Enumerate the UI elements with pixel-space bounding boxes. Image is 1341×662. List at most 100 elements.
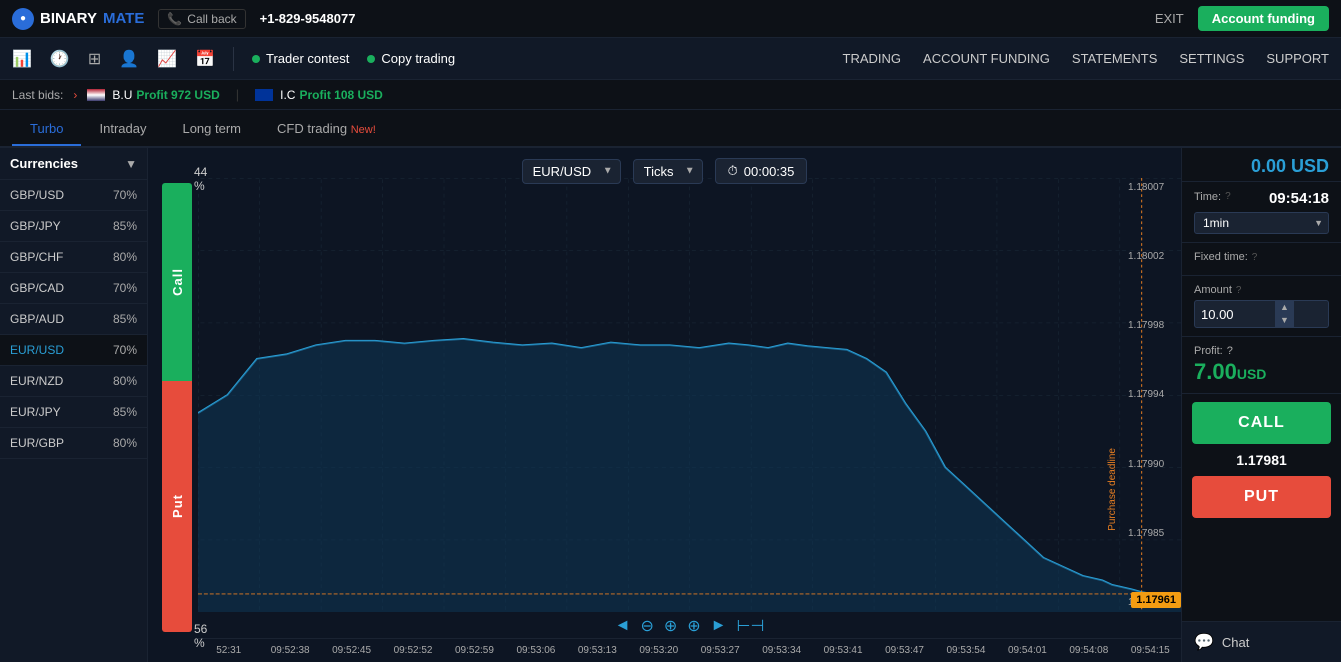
tab-cfd[interactable]: CFD trading New!: [259, 113, 394, 146]
bid-entry-1: B.U Profit 972 USD: [87, 88, 219, 102]
time-section: Time: ? 09:54:18 1min 2min 5min: [1182, 182, 1341, 243]
copy-trading-badge[interactable]: Copy trading: [367, 51, 455, 66]
sidebar-header-label: Currencies: [10, 156, 78, 171]
time-select-wrapper[interactable]: 1min 2min 5min: [1194, 212, 1329, 234]
x-label-7: 09:53:20: [628, 645, 689, 656]
chat-bar[interactable]: 💬 Chat: [1182, 621, 1341, 662]
amount-decrease-btn[interactable]: ▼: [1275, 314, 1294, 327]
time-select[interactable]: 1min 2min 5min: [1194, 212, 1329, 234]
nav-statements[interactable]: STATEMENTS: [1072, 51, 1157, 66]
bid-entry-2: I.C Profit 108 USD: [255, 88, 383, 102]
chat-label: Chat: [1222, 635, 1249, 650]
sidebar-item-pct: 70%: [113, 188, 137, 202]
divider: [233, 47, 234, 71]
amount-spinners: ▲ ▼: [1275, 301, 1294, 327]
sidebar-item-eurusd[interactable]: EUR/USD 70%: [0, 335, 147, 366]
nav-right-btn[interactable]: ►: [711, 617, 727, 635]
x-label-8: 09:53:27: [690, 645, 751, 656]
nav-support[interactable]: SUPPORT: [1266, 51, 1329, 66]
x-label-11: 09:53:47: [874, 645, 935, 656]
amount-help-icon[interactable]: ?: [1236, 285, 1242, 296]
people-icon[interactable]: 👤: [119, 49, 139, 69]
nav-crosshair-btn[interactable]: ⊕: [687, 616, 700, 636]
profit-amount: 7.00USD: [1194, 359, 1266, 384]
nav-zoom-out-btn[interactable]: ⊖: [640, 616, 653, 636]
sidebar-item-eurjpy[interactable]: EUR/JPY 85%: [0, 397, 147, 428]
sidebar-item-gbpchf[interactable]: GBP/CHF 80%: [0, 242, 147, 273]
calendar-icon[interactable]: 📅: [195, 49, 215, 69]
time-help-icon[interactable]: ?: [1225, 191, 1231, 202]
sidebar-item-pct: 85%: [113, 405, 137, 419]
tab-intraday[interactable]: Intraday: [81, 113, 164, 146]
nav-settings[interactable]: SETTINGS: [1179, 51, 1244, 66]
x-label-10: 09:53:41: [812, 645, 873, 656]
right-panel: 0.00 USD Time: ? 09:54:18 1min 2min 5min: [1181, 148, 1341, 662]
arrow-right-icon: ›: [73, 88, 77, 102]
exit-button[interactable]: EXIT: [1155, 11, 1184, 26]
nav-zoom-in-btn[interactable]: ⊕: [664, 616, 677, 636]
ticks-wrapper[interactable]: Ticks: [633, 159, 703, 184]
chart-icon[interactable]: 📊: [12, 49, 32, 69]
account-funding-button[interactable]: Account funding: [1198, 6, 1329, 31]
logo-mate: MATE: [103, 10, 144, 27]
trader-contest-badge[interactable]: Trader contest: [252, 51, 349, 66]
time-row: Time: ? 09:54:18: [1194, 190, 1329, 207]
nav-trading[interactable]: TRADING: [843, 51, 902, 66]
x-label-3: 09:52:52: [382, 645, 443, 656]
layers-icon[interactable]: ⊞: [88, 49, 101, 69]
last-bids-label: Last bids:: [12, 88, 63, 102]
amount-section: Amount ? ▲ ▼: [1182, 276, 1341, 337]
sidebar-item-name: GBP/AUD: [10, 312, 64, 326]
sidebar-item-name: GBP/CHF: [10, 250, 63, 264]
ticks-select[interactable]: Ticks: [633, 159, 703, 184]
call-put-bar: 44 % Call Put 56 %: [162, 183, 192, 632]
profit-help-icon[interactable]: ?: [1227, 345, 1233, 357]
x-label-15: 09:54:15: [1120, 645, 1181, 656]
currency-pair-select[interactable]: EUR/USD: [522, 159, 621, 184]
timer-icon: ⏱: [728, 163, 738, 179]
sidebar-item-eurnzd[interactable]: EUR/NZD 80%: [0, 366, 147, 397]
call-action-button[interactable]: CALL: [1192, 402, 1331, 444]
sidebar-item-gbpcad[interactable]: GBP/CAD 70%: [0, 273, 147, 304]
sidebar-item-gbpaud[interactable]: GBP/AUD 85%: [0, 304, 147, 335]
sidebar-item-pct: 80%: [113, 250, 137, 264]
sidebar-item-gbpjpy[interactable]: GBP/JPY 85%: [0, 211, 147, 242]
main-layout: Currencies ▼ GBP/USD 70% GBP/JPY 85% GBP…: [0, 148, 1341, 662]
call-bar[interactable]: Call: [162, 183, 192, 381]
put-action-button[interactable]: PUT: [1192, 476, 1331, 518]
top-nav: ● BINARYMATE 📞 Call back +1-829-9548077 …: [0, 0, 1341, 38]
amount-increase-btn[interactable]: ▲: [1275, 301, 1294, 314]
sidebar-item-name: EUR/NZD: [10, 374, 63, 388]
x-label-6: 09:53:13: [567, 645, 628, 656]
sidebar-header[interactable]: Currencies ▼: [0, 148, 147, 180]
logo-binary: BINARY: [40, 10, 97, 27]
sidebar-dropdown-icon: ▼: [125, 157, 137, 171]
nav-left-btn[interactable]: ◄: [615, 617, 631, 635]
tab-longterm[interactable]: Long term: [164, 113, 259, 146]
nav-full-btn[interactable]: ⊢⊣: [737, 616, 765, 636]
clock-icon[interactable]: 🕐: [50, 49, 70, 69]
tab-turbo[interactable]: Turbo: [12, 113, 81, 146]
x-label-9: 09:53:34: [751, 645, 812, 656]
dot-green-icon2: [367, 55, 375, 63]
y-label-2: 1.18002: [1128, 251, 1179, 262]
timer-value: 00:00:35: [744, 164, 795, 179]
sidebar: Currencies ▼ GBP/USD 70% GBP/JPY 85% GBP…: [0, 148, 148, 662]
sidebar-item-pct: 70%: [113, 343, 137, 357]
fixed-time-section: Fixed time: ?: [1182, 243, 1341, 276]
nav-account-funding[interactable]: ACCOUNT FUNDING: [923, 51, 1050, 66]
put-bar[interactable]: Put: [162, 381, 192, 632]
bid2-code: I.C: [280, 88, 295, 102]
callback-button[interactable]: 📞 Call back: [158, 9, 245, 29]
currency-pair-wrapper[interactable]: EUR/USD: [522, 159, 621, 184]
bar-chart-icon[interactable]: 📈: [157, 49, 177, 69]
fixed-time-help-icon[interactable]: ?: [1252, 252, 1258, 263]
flag-eu-icon: [255, 89, 273, 101]
sidebar-item-eurgbp[interactable]: EUR/GBP 80%: [0, 428, 147, 459]
x-label-13: 09:54:01: [997, 645, 1058, 656]
amount-input[interactable]: [1195, 303, 1275, 326]
icon-bar-right: TRADING ACCOUNT FUNDING STATEMENTS SETTI…: [843, 51, 1329, 66]
chart-svg: [198, 178, 1181, 612]
sidebar-item-gbpusd[interactable]: GBP/USD 70%: [0, 180, 147, 211]
y-label-3: 1.17998: [1128, 320, 1179, 331]
